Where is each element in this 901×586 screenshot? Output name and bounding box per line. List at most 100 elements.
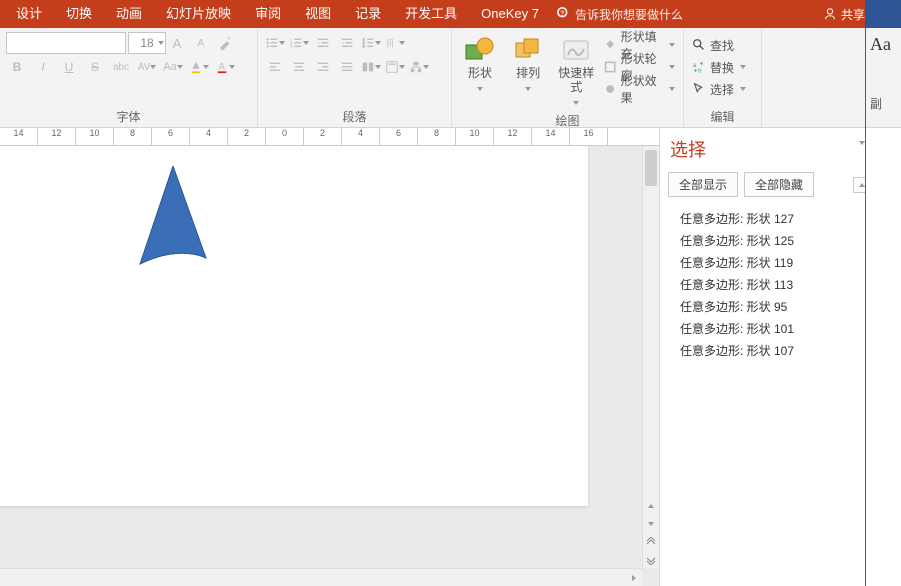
secondary-window-strip: Aa 副: [865, 0, 901, 586]
tell-me[interactable]: 告诉我你想要做什么: [557, 6, 683, 23]
selection-item[interactable]: 任意多边形: 形状 95: [666, 295, 895, 317]
selection-item-label: 任意多边形: 形状 113: [680, 276, 871, 293]
font-color-button[interactable]: A: [214, 56, 236, 78]
select-button[interactable]: 选择: [690, 79, 748, 99]
tab-动画[interactable]: 动画: [104, 0, 154, 28]
indent-inc-button[interactable]: [336, 32, 358, 54]
ruler-tick: 10: [76, 128, 114, 146]
selection-item[interactable]: 任意多边形: 形状 127: [666, 207, 895, 229]
hide-all-button[interactable]: 全部隐藏: [744, 172, 814, 197]
scroll-thumb[interactable]: [645, 150, 657, 186]
align-text-button[interactable]: [384, 56, 406, 78]
scroll-down-icon[interactable]: [643, 516, 659, 532]
ruler-tick: 16: [570, 128, 608, 146]
ruler-tick: 12: [494, 128, 532, 146]
tab-幻灯片放映[interactable]: 幻灯片放映: [154, 0, 243, 28]
arrange-button[interactable]: 排列: [506, 32, 550, 96]
share-button[interactable]: 共享: [823, 6, 865, 23]
selection-item[interactable]: 任意多边形: 形状 125: [666, 229, 895, 251]
ruler-tick: 12: [38, 128, 76, 146]
group-paragraph: 123 |î| 段落: [258, 28, 452, 127]
text-direction-button[interactable]: |î|: [384, 32, 406, 54]
strike-button[interactable]: S: [84, 56, 106, 78]
svg-text:3: 3: [290, 44, 293, 49]
line-spacing-button[interactable]: [360, 32, 382, 54]
prev-slide-icon[interactable]: [643, 534, 659, 550]
selection-item[interactable]: 任意多边形: 形状 113: [666, 273, 895, 295]
align-left-button[interactable]: [264, 56, 286, 78]
bold-button[interactable]: B: [6, 56, 28, 78]
svg-text:b: b: [698, 67, 702, 74]
align-right-button[interactable]: [312, 56, 334, 78]
group-font: 18 A A B I U S abc AV Aa A: [0, 28, 258, 127]
tab-OneKey 7[interactable]: OneKey 7: [469, 0, 551, 28]
scroll-right-icon[interactable]: [626, 569, 642, 586]
group-drawing-label: 绘图: [458, 110, 677, 129]
scrollbar-vertical[interactable]: [642, 146, 659, 568]
tab-视图[interactable]: 视图: [293, 0, 343, 28]
clear-format-icon[interactable]: [214, 32, 236, 54]
group-editing-label: 编辑: [690, 106, 755, 125]
freeform-shape[interactable]: [128, 166, 218, 276]
show-all-button[interactable]: 全部显示: [668, 172, 738, 197]
next-slide-icon[interactable]: [643, 552, 659, 568]
tabs-host: 设计切换动画幻灯片放映审阅视图记录开发工具OneKey 7: [4, 0, 551, 28]
work-area: 14121086420246810121416 选择: [0, 128, 901, 586]
group-drawing: 形状 排列 快速样式 形状填充 形状轮廓 形状效果 绘图: [452, 28, 684, 127]
char-spacing-button[interactable]: AV: [136, 56, 158, 78]
secondary-titlebar: [865, 0, 901, 28]
group-editing: 查找 ab替换 选择 编辑: [684, 28, 762, 127]
scrollbar-horizontal[interactable]: [0, 568, 642, 586]
indent-dec-button[interactable]: [312, 32, 334, 54]
svg-text:a: a: [693, 62, 697, 69]
ruler-horizontal[interactable]: 14121086420246810121416: [0, 128, 659, 146]
style-sub-label: 副: [870, 95, 897, 112]
ruler-tick: 10: [456, 128, 494, 146]
align-justify-button[interactable]: [336, 56, 358, 78]
selection-item-label: 任意多边形: 形状 125: [680, 232, 871, 249]
shapes-button[interactable]: 形状: [458, 32, 502, 96]
shrink-font-icon[interactable]: A: [190, 32, 212, 54]
ribbon: 18 A A B I U S abc AV Aa A: [0, 28, 901, 128]
ruler-tick: 14: [532, 128, 570, 146]
selection-item-label: 任意多边形: 形状 107: [680, 342, 871, 359]
italic-button[interactable]: I: [32, 56, 54, 78]
slide[interactable]: [0, 146, 588, 506]
replace-button[interactable]: ab替换: [690, 57, 748, 77]
underline-button[interactable]: U: [58, 56, 80, 78]
selection-item[interactable]: 任意多边形: 形状 107: [666, 339, 895, 361]
bullets-button[interactable]: [264, 32, 286, 54]
grow-font-icon[interactable]: A: [166, 32, 188, 54]
tab-审阅[interactable]: 审阅: [243, 0, 293, 28]
selection-item[interactable]: 任意多边形: 形状 101: [666, 317, 895, 339]
quick-styles-button[interactable]: 快速样式: [554, 32, 598, 110]
font-color-highlight-button[interactable]: [188, 56, 210, 78]
slide-canvas[interactable]: [0, 146, 659, 586]
columns-button[interactable]: [360, 56, 382, 78]
selection-item[interactable]: 任意多边形: 形状 119: [666, 251, 895, 273]
ruler-tick: 2: [228, 128, 266, 146]
shape-effects-button[interactable]: 形状效果: [602, 79, 677, 99]
align-center-button[interactable]: [288, 56, 310, 78]
font-name-input[interactable]: [6, 32, 126, 54]
text-shadow-button[interactable]: abc: [110, 56, 132, 78]
scroll-up-icon[interactable]: [643, 498, 659, 514]
smartart-button[interactable]: [408, 56, 430, 78]
ruler-tick: 8: [114, 128, 152, 146]
editor-pane: 14121086420246810121416: [0, 128, 659, 586]
find-button[interactable]: 查找: [690, 35, 748, 55]
share-label: 共享: [841, 6, 865, 23]
change-case-button[interactable]: Aa: [162, 56, 184, 78]
tab-切换[interactable]: 切换: [54, 0, 104, 28]
ruler-tick: 6: [380, 128, 418, 146]
tab-记录[interactable]: 记录: [343, 0, 393, 28]
numbering-button[interactable]: 123: [288, 32, 310, 54]
tab-开发工具[interactable]: 开发工具: [393, 0, 469, 28]
ruler-tick: 8: [418, 128, 456, 146]
tab-设计[interactable]: 设计: [4, 0, 54, 28]
style-preview-icon[interactable]: Aa: [870, 34, 897, 55]
ruler-tick: 6: [152, 128, 190, 146]
ruler-tick: 4: [190, 128, 228, 146]
ruler-tick: 4: [342, 128, 380, 146]
group-paragraph-label: 段落: [264, 106, 445, 125]
